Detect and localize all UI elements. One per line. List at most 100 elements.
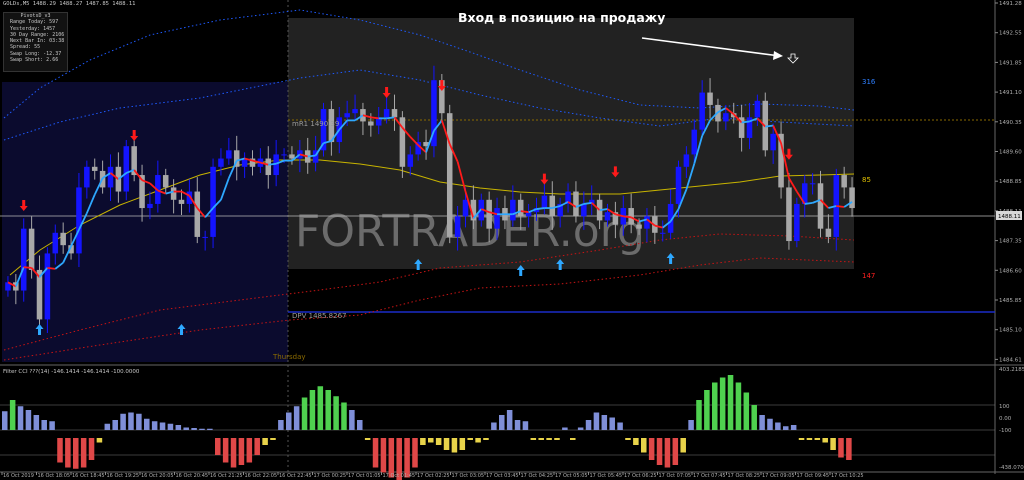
candle-body: [44, 253, 51, 320]
cci-bar: [767, 418, 773, 430]
cci-bar: [743, 392, 750, 430]
info-label: Next Bar In:: [10, 38, 47, 45]
cci-tick-label: -100: [999, 428, 1012, 434]
cci-bar: [278, 420, 284, 430]
cci-bar: [656, 438, 663, 465]
price-tick-label: 1492.55: [999, 31, 1022, 37]
candle-body: [194, 191, 201, 237]
price-tick-label: 1487.35: [999, 239, 1022, 245]
chart-window-title: GOLDs,M5 1488.29 1488.27 1487.85 1488.11: [3, 1, 136, 7]
cci-bar: [633, 438, 639, 445]
cci-bar: [688, 420, 694, 430]
time-tick-label: 17 Oct 06:25: [624, 473, 657, 479]
info-value: 55: [34, 44, 41, 51]
candle-body: [494, 208, 500, 229]
time-tick-label: 17 Oct 10:25: [831, 473, 864, 479]
info-label: Swap Short:: [10, 57, 44, 64]
cci-bar: [207, 428, 213, 430]
candle-body: [849, 187, 855, 209]
candle-body: [352, 109, 358, 114]
cci-bar: [838, 438, 844, 458]
price-tick-label: 1491.10: [999, 90, 1022, 96]
cci-tick-label: 403.2185: [999, 367, 1024, 373]
price-tick-label: 1485.85: [999, 298, 1022, 304]
cci-bar: [112, 420, 118, 430]
trailing-stop-segment: [741, 120, 750, 124]
candle-body: [683, 154, 690, 167]
candle-body: [659, 232, 666, 234]
candle-body: [76, 187, 82, 254]
candle-body: [786, 187, 792, 242]
cci-bar: [491, 422, 497, 430]
cci-bar: [57, 438, 63, 463]
cci-bar: [80, 438, 87, 468]
cci-bar: [625, 438, 631, 440]
cci-bar: [222, 438, 229, 463]
candle-body: [407, 154, 414, 167]
cci-bar: [562, 427, 568, 430]
cci-bar: [65, 438, 71, 468]
trailing-stop-segment: [804, 201, 813, 205]
candle-body: [794, 203, 800, 242]
cci-bar: [73, 438, 79, 469]
info-row-swap-short: Swap Short: 2.66: [4, 57, 67, 63]
info-label: Spread:: [10, 44, 32, 51]
cci-bar: [443, 438, 450, 450]
cci-bar: [175, 425, 182, 430]
cci-bar: [317, 386, 324, 430]
cci-bar: [151, 421, 158, 430]
mr1-label: mR1 1490.39: [292, 120, 339, 128]
candle-body: [636, 224, 642, 229]
dpv-label: DPV 1485.8267: [292, 312, 346, 320]
candle-body: [770, 133, 776, 151]
trailing-stop-segment: [583, 201, 592, 205]
cci-bar: [514, 420, 521, 430]
candle-body: [754, 100, 761, 118]
indicator-title: Filter CCI ???(14) -146.1414 -146.1414 -…: [3, 369, 140, 375]
cci-bar: [341, 402, 347, 430]
time-tick-label: 17 Oct 05:05: [555, 473, 588, 479]
cci-bar: [790, 425, 797, 430]
trailing-stop-segment: [520, 210, 529, 214]
cci-bar: [199, 428, 205, 430]
trailing-stop-segment: [765, 124, 774, 128]
cci-bar: [88, 438, 95, 460]
lower-band-label: 147: [862, 272, 875, 280]
pivots-info-panel: PivotsD_v3 Range Today: 597 Yesterday: 1…: [3, 12, 68, 72]
time-tick-label: 16 Oct 22:05: [245, 473, 278, 479]
cci-bar: [104, 423, 111, 430]
time-tick-label: 17 Oct 03:45: [486, 473, 519, 479]
trailing-stop-segment: [307, 154, 316, 158]
info-value: 2106: [52, 31, 65, 38]
trailing-stop-segment: [370, 116, 379, 120]
cci-tick-label: -438.07031: [999, 465, 1024, 471]
time-tick-label: 17 Oct 08:25: [728, 473, 761, 479]
info-label: Swap Long:: [10, 50, 41, 57]
time-tick-label: 17 Oct 04:25: [521, 473, 554, 479]
cci-bar: [846, 438, 852, 460]
time-tick-label: 17 Oct 09:45: [797, 473, 830, 479]
candle-body: [446, 113, 453, 237]
candle-body: [510, 199, 516, 221]
candle-body: [841, 175, 847, 188]
info-label: Yesterday:: [10, 25, 41, 32]
chart-canvas[interactable]: FORTRADER.org mR1 1490.39 DPV 1485.8267 Thu…: [0, 0, 1024, 480]
cci-bar: [719, 377, 726, 430]
cci-bar: [380, 438, 387, 473]
cci-bar: [751, 405, 757, 430]
cci-bar: [522, 421, 529, 430]
cci-bar: [570, 438, 576, 440]
time-tick-label: 16 Oct 18:05: [38, 473, 71, 479]
cci-bar: [246, 438, 253, 463]
info-value: 597: [49, 19, 59, 26]
candle-body: [675, 166, 682, 204]
cci-bar: [167, 423, 174, 430]
cci-bar: [388, 438, 395, 478]
time-tick-label: 16 Oct 18:45: [72, 473, 105, 479]
price-tick-label: 1484.61: [999, 357, 1022, 363]
candle-body: [218, 158, 224, 167]
price-tick-label: 1485.10: [999, 328, 1022, 334]
cci-bar: [822, 438, 828, 443]
cci-bar: [41, 420, 47, 430]
cci-bar: [609, 417, 615, 430]
